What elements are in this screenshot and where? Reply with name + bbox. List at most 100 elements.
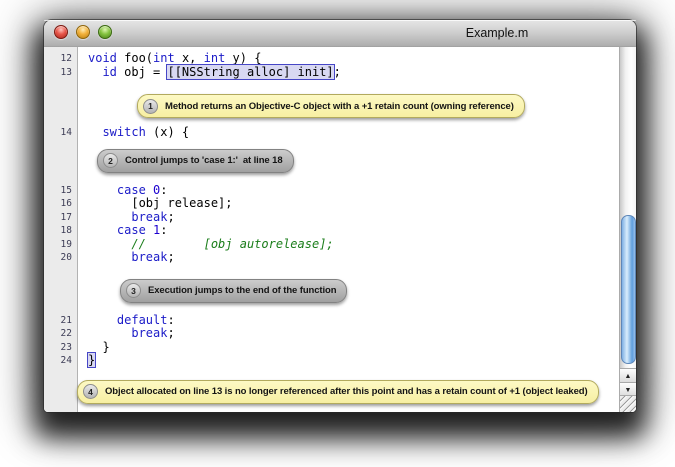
code-segment: : bbox=[160, 223, 167, 237]
code-line[interactable]: break; bbox=[78, 251, 175, 265]
xcode-window: Example.m 11 12void foo(int x, int y) {1… bbox=[44, 20, 636, 412]
code-row: 16 [obj release]; bbox=[44, 197, 620, 211]
code-line[interactable]: case 0: bbox=[78, 184, 168, 198]
line-number: 21 bbox=[44, 314, 78, 328]
code-line[interactable]: default: bbox=[78, 314, 175, 328]
line-number: 22 bbox=[44, 327, 78, 341]
code-segment: break bbox=[131, 326, 167, 340]
analyzer-bubble-3[interactable]: 3Execution jumps to the end of the funct… bbox=[120, 279, 347, 303]
resize-grip-icon[interactable] bbox=[620, 395, 636, 412]
bubble-row: 1 Method returns an Objective-C object wi… bbox=[137, 94, 620, 118]
line-number: 23 bbox=[44, 341, 78, 355]
code-segment: (x) { bbox=[146, 125, 189, 139]
code-line[interactable]: switch (x) { bbox=[78, 126, 189, 140]
code-segment: case bbox=[117, 183, 146, 197]
bubble-text: Control jumps to 'case 1:' at line 18 bbox=[125, 155, 283, 166]
line-number: 19 bbox=[44, 238, 78, 252]
code-line[interactable]: id obj = [[NSString alloc] init]; bbox=[78, 66, 341, 80]
code-segment: break bbox=[131, 210, 167, 224]
code-segment bbox=[146, 223, 153, 237]
code-segment: : bbox=[167, 313, 174, 327]
code-segment: [obj release]; bbox=[88, 196, 233, 210]
code-row: 12void foo(int x, int y) { bbox=[44, 52, 620, 66]
line-number: 13 bbox=[44, 66, 78, 80]
code-rows: 11 12void foo(int x, int y) {13 id obj =… bbox=[44, 47, 620, 412]
code-segment: x, bbox=[175, 51, 204, 65]
code-row: 22 break; bbox=[44, 327, 620, 341]
analyzer-bubble-1[interactable]: 1 Method returns an Objective-C object wi… bbox=[137, 94, 525, 118]
analyzer-bubble-2[interactable]: 2 Control jumps to 'case 1:' at line 18 bbox=[97, 149, 294, 173]
code-segment bbox=[88, 183, 117, 197]
code-segment: ; bbox=[334, 65, 341, 79]
zoom-button[interactable] bbox=[98, 25, 112, 39]
code-row: 15 case 0: bbox=[44, 184, 620, 198]
code-segment: } bbox=[88, 340, 110, 354]
bubble-row: 3Execution jumps to the end of the funct… bbox=[120, 279, 620, 303]
code-line[interactable]: break; bbox=[78, 211, 175, 225]
code-segment: ; bbox=[167, 326, 174, 340]
code-row: 17 break; bbox=[44, 211, 620, 225]
window-title: Example.m bbox=[466, 26, 529, 40]
code-segment: foo( bbox=[117, 51, 153, 65]
code-row: 21 default: bbox=[44, 314, 620, 328]
line-number: 24 bbox=[44, 354, 78, 368]
line-number: 15 bbox=[44, 184, 78, 198]
code-segment: y) { bbox=[225, 51, 261, 65]
vertical-scrollbar-thumb[interactable] bbox=[621, 215, 636, 364]
code-segment: case bbox=[117, 223, 146, 237]
code-segment bbox=[88, 125, 102, 139]
minimize-button[interactable] bbox=[76, 25, 90, 39]
bubble-step-badge: 1 bbox=[143, 99, 158, 114]
code-editor: 11 12void foo(int x, int y) {13 id obj =… bbox=[44, 47, 636, 412]
code-line[interactable]: } bbox=[78, 354, 95, 368]
bubble-row: 4Object allocated on line 13 is no longe… bbox=[77, 380, 620, 404]
code-segment bbox=[88, 313, 117, 327]
code-segment: // [obj autorelease]; bbox=[88, 237, 334, 251]
code-segment: ; bbox=[167, 250, 174, 264]
bubble-step-badge: 2 bbox=[103, 153, 118, 168]
line-number: 14 bbox=[44, 126, 78, 140]
bubble-row: 2 Control jumps to 'case 1:' at line 18 bbox=[97, 149, 620, 173]
bubble-step-badge: 3 bbox=[126, 283, 141, 298]
code-line[interactable]: void foo(int x, int y) { bbox=[78, 52, 261, 66]
code-row: 19 // [obj autorelease]; bbox=[44, 238, 620, 252]
code-row: 23 } bbox=[44, 341, 620, 355]
code-segment: : bbox=[160, 183, 167, 197]
code-line[interactable]: [obj release]; bbox=[78, 197, 233, 211]
code-row: 14 switch (x) { bbox=[44, 126, 620, 140]
analyzer-highlight: } bbox=[88, 353, 95, 367]
line-number: 17 bbox=[44, 211, 78, 225]
bubble-step-badge: 4 bbox=[83, 384, 98, 399]
code-segment bbox=[88, 250, 131, 264]
code-segment: obj = bbox=[117, 65, 168, 79]
bubble-text: Method returns an Objective-C object wit… bbox=[165, 101, 514, 112]
code-segment bbox=[88, 223, 117, 237]
code-line[interactable]: case 1: bbox=[78, 224, 168, 238]
line-number: 12 bbox=[44, 52, 78, 66]
code-segment bbox=[88, 210, 131, 224]
code-line[interactable]: break; bbox=[78, 327, 175, 341]
code-segment: default bbox=[117, 313, 168, 327]
code-segment: int bbox=[153, 51, 175, 65]
window-titlebar[interactable]: Example.m bbox=[44, 20, 636, 48]
code-segment: void bbox=[88, 51, 117, 65]
close-button[interactable] bbox=[54, 25, 68, 39]
scroll-up-button[interactable]: ▲ bbox=[620, 368, 636, 383]
code-line[interactable]: // [obj autorelease]; bbox=[78, 238, 334, 252]
scroll-down-icon: ▼ bbox=[625, 387, 632, 394]
window-controls bbox=[54, 25, 112, 39]
line-number: 16 bbox=[44, 197, 78, 211]
code-segment bbox=[146, 183, 153, 197]
code-row: 24} bbox=[44, 354, 620, 368]
scroll-up-icon: ▲ bbox=[625, 373, 632, 380]
analyzer-bubble-4[interactable]: 4Object allocated on line 13 is no longe… bbox=[77, 380, 599, 404]
vertical-scrollbar-track[interactable]: ▲ ▼ bbox=[619, 47, 636, 412]
desktop-background: Example.m 11 12void foo(int x, int y) {1… bbox=[0, 0, 675, 467]
code-row: 18 case 1: bbox=[44, 224, 620, 238]
code-row: 20 break; bbox=[44, 251, 620, 265]
code-segment: int bbox=[204, 51, 226, 65]
code-segment: ; bbox=[167, 210, 174, 224]
code-line[interactable]: } bbox=[78, 341, 110, 355]
code-segment bbox=[88, 326, 131, 340]
analyzer-highlight: [[NSString alloc] init] bbox=[167, 65, 333, 79]
